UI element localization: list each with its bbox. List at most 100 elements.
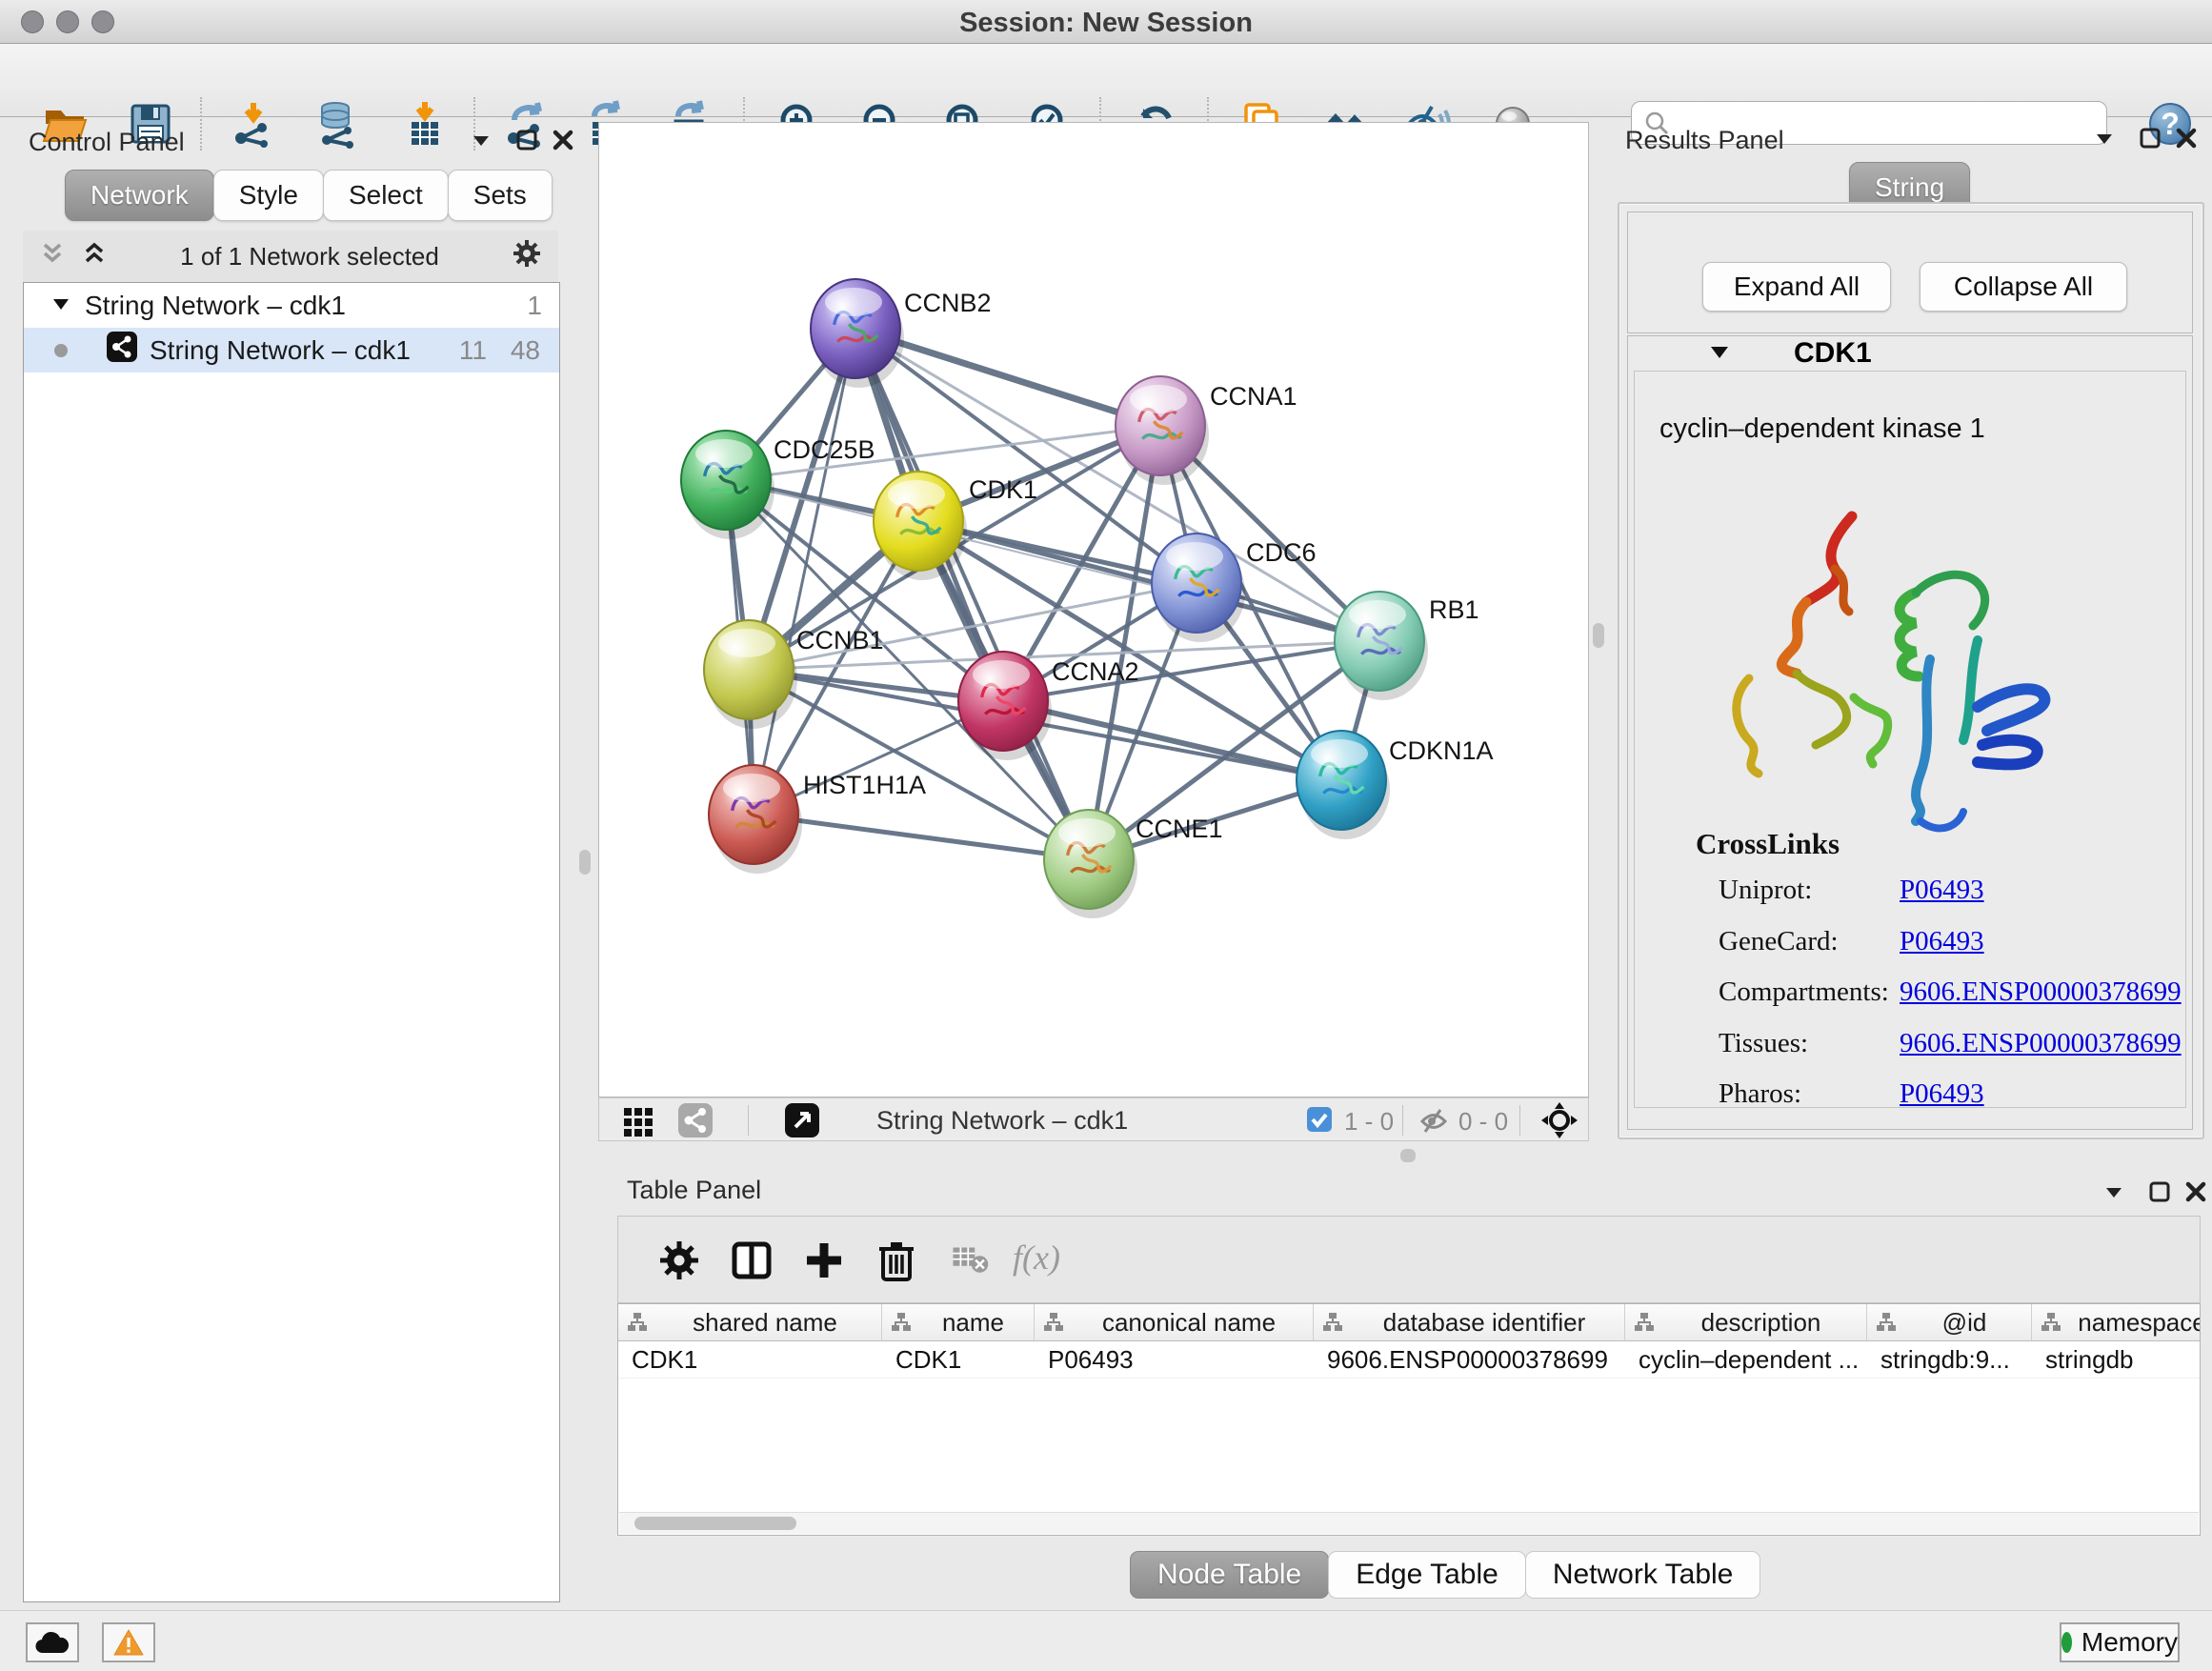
- hidden-count: 0 - 0: [1458, 1107, 1508, 1137]
- table-panel-menu-icon[interactable]: [2101, 1176, 2126, 1208]
- results-panel-float-icon[interactable]: [2138, 122, 2162, 154]
- tab-sets[interactable]: Sets: [448, 170, 553, 221]
- hidden-eye-slash-icon[interactable]: [1418, 1106, 1449, 1141]
- results-panel-menu-icon[interactable]: [2092, 122, 2117, 154]
- tab-style[interactable]: Style: [213, 170, 324, 221]
- table-cell[interactable]: P06493: [1035, 1341, 1314, 1378]
- network-node-CDKN1A[interactable]: [1297, 731, 1390, 839]
- horizontal-scrollbar[interactable]: [619, 1512, 2199, 1534]
- results-panel-close-icon[interactable]: [2174, 122, 2199, 154]
- add-column-icon[interactable]: [801, 1238, 847, 1283]
- crosslink-link[interactable]: P06493: [1900, 926, 1984, 957]
- column-type-icon: [1875, 1311, 1898, 1334]
- tree-expander-icon[interactable]: [50, 291, 71, 321]
- column-header-sharedname[interactable]: shared name: [618, 1304, 882, 1340]
- network-node-CDC6[interactable]: [1152, 534, 1245, 642]
- table-cell[interactable]: 9606.ENSP00000378699: [1314, 1341, 1625, 1378]
- column-header-name[interactable]: name: [882, 1304, 1035, 1340]
- column-header-canonicalname[interactable]: canonical name: [1035, 1304, 1314, 1340]
- node-label: CCNB2: [904, 289, 992, 317]
- table-cell[interactable]: CDK1: [882, 1341, 1035, 1378]
- network-graph[interactable]: CCNB2CCNA1CDC25BCDK1CDC6RB1CCNB1CCNA2CDK…: [599, 123, 1586, 1095]
- column-type-icon: [1633, 1311, 1656, 1334]
- network-node-CCNB2[interactable]: [811, 279, 904, 388]
- node-table[interactable]: shared namenamecanonical namedatabase id…: [617, 1303, 2201, 1536]
- network-node-CDK1[interactable]: [874, 472, 967, 580]
- network-node-RB1[interactable]: [1335, 592, 1428, 700]
- scrollbar-thumb[interactable]: [634, 1517, 796, 1530]
- crosslink-link[interactable]: P06493: [1900, 1078, 1984, 1110]
- gene-header[interactable]: CDK1: [1628, 336, 2192, 371]
- expand-all-button[interactable]: Expand All: [1702, 262, 1891, 312]
- left-splitter-grip[interactable]: [579, 850, 591, 875]
- main-toolbar: ?: [0, 44, 2212, 117]
- network-canvas[interactable]: CCNB2CCNA1CDC25BCDK1CDC6RB1CCNB1CCNA2CDK…: [598, 122, 1589, 1097]
- gene-box: CDK1 cyclin–dependent kinase 1: [1627, 335, 2193, 1130]
- crosslink-link[interactable]: 9606.ENSP00000378699: [1900, 976, 2182, 1008]
- table-panel-float-icon[interactable]: [2147, 1176, 2172, 1208]
- table-toolbar: f(x): [617, 1216, 2201, 1303]
- open-in-window-icon[interactable]: [784, 1102, 820, 1143]
- column-header-description[interactable]: description: [1625, 1304, 1867, 1340]
- gene-detail-box: cyclin–dependent kinase 1: [1634, 371, 2186, 1108]
- crosslink-label: Tissues:: [1719, 1028, 1808, 1058]
- horizontal-splitter-grip[interactable]: [1400, 1149, 1416, 1162]
- network-share-icon[interactable]: [677, 1102, 714, 1143]
- network-tree-child-row[interactable]: String Network – cdk1 11 48: [24, 328, 559, 372]
- table-cell[interactable]: cyclin–dependent ...: [1625, 1341, 1867, 1378]
- network-node-CCNA1[interactable]: [1116, 376, 1209, 485]
- table-cell[interactable]: stringdb: [2032, 1341, 2201, 1378]
- cloud-button[interactable]: [26, 1622, 79, 1662]
- network-node-CCNE1[interactable]: [1044, 810, 1137, 918]
- tab-network-table[interactable]: Network Table: [1525, 1551, 1761, 1599]
- crosslink-link[interactable]: P06493: [1900, 875, 1984, 906]
- table-panel-title: Table Panel: [627, 1176, 761, 1205]
- table-row[interactable]: CDK1CDK1P064939606.ENSP00000378699cyclin…: [618, 1341, 2200, 1379]
- expand-collapse-box: Expand All Collapse All: [1627, 211, 2193, 333]
- delete-table-icon[interactable]: [950, 1238, 990, 1283]
- network-node-CDC25B[interactable]: [681, 431, 774, 539]
- center-view-icon[interactable]: [1540, 1101, 1579, 1144]
- selected-checkbox-icon[interactable]: [1306, 1106, 1333, 1137]
- column-header-databaseidentifier[interactable]: database identifier: [1314, 1304, 1625, 1340]
- show-columns-icon[interactable]: [729, 1238, 774, 1283]
- cloud-icon: [35, 1630, 70, 1655]
- crosslinks-heading: CrossLinks: [1696, 827, 1840, 861]
- column-header-id[interactable]: @id: [1867, 1304, 2032, 1340]
- control-panel-menu-icon[interactable]: [469, 124, 493, 156]
- tab-edge-table[interactable]: Edge Table: [1328, 1551, 1526, 1599]
- warning-button[interactable]: [102, 1622, 155, 1662]
- control-panel-float-icon[interactable]: [514, 124, 539, 156]
- crosslink-link[interactable]: 9606.ENSP00000378699: [1900, 1028, 2182, 1059]
- table-cell[interactable]: stringdb:9...: [1867, 1341, 2032, 1378]
- table-settings-gear-icon[interactable]: [656, 1238, 702, 1283]
- grid-view-icon[interactable]: [622, 1104, 654, 1141]
- network-node-HIST1H1A[interactable]: [709, 765, 802, 874]
- right-splitter-grip[interactable]: [1593, 623, 1604, 648]
- collapse-all-icon[interactable]: [38, 239, 67, 274]
- tab-select[interactable]: Select: [323, 170, 449, 221]
- expand-all-icon[interactable]: [80, 239, 109, 274]
- memory-button[interactable]: Memory: [2060, 1622, 2180, 1662]
- network-node-CCNA2[interactable]: [958, 652, 1052, 760]
- table-cell[interactable]: CDK1: [618, 1341, 882, 1378]
- control-panel-close-icon[interactable]: [551, 124, 575, 156]
- gene-name: CDK1: [1794, 337, 1872, 370]
- node-label: HIST1H1A: [803, 771, 926, 799]
- gear-icon[interactable]: [511, 237, 543, 276]
- column-header-namespace[interactable]: namespace: [2032, 1304, 2201, 1340]
- table-panel-close-icon[interactable]: [2183, 1176, 2208, 1208]
- delete-column-trash-icon[interactable]: [874, 1238, 919, 1283]
- table-panel: Table Panel f(x) shared namenamecanonica…: [598, 1168, 2212, 1606]
- network-view-toolbar: String Network – cdk1 1 - 0 0 - 0: [598, 1097, 1589, 1141]
- tab-node-table[interactable]: Node Table: [1130, 1551, 1329, 1599]
- crosslink-row: Compartments:9606.ENSP00000378699: [1719, 976, 2166, 1028]
- memory-status-dot: [2061, 1632, 2072, 1653]
- tab-network[interactable]: Network: [65, 170, 214, 221]
- gene-expander-icon[interactable]: [1708, 340, 1731, 368]
- network-tree-parent-row[interactable]: String Network – cdk1 1: [24, 283, 559, 328]
- function-builder-icon[interactable]: f(x): [1013, 1238, 1089, 1283]
- crosslink-row: GeneCard:P06493: [1719, 926, 2166, 977]
- selected-count: 1 - 0: [1344, 1107, 1394, 1137]
- collapse-all-button[interactable]: Collapse All: [1920, 262, 2127, 312]
